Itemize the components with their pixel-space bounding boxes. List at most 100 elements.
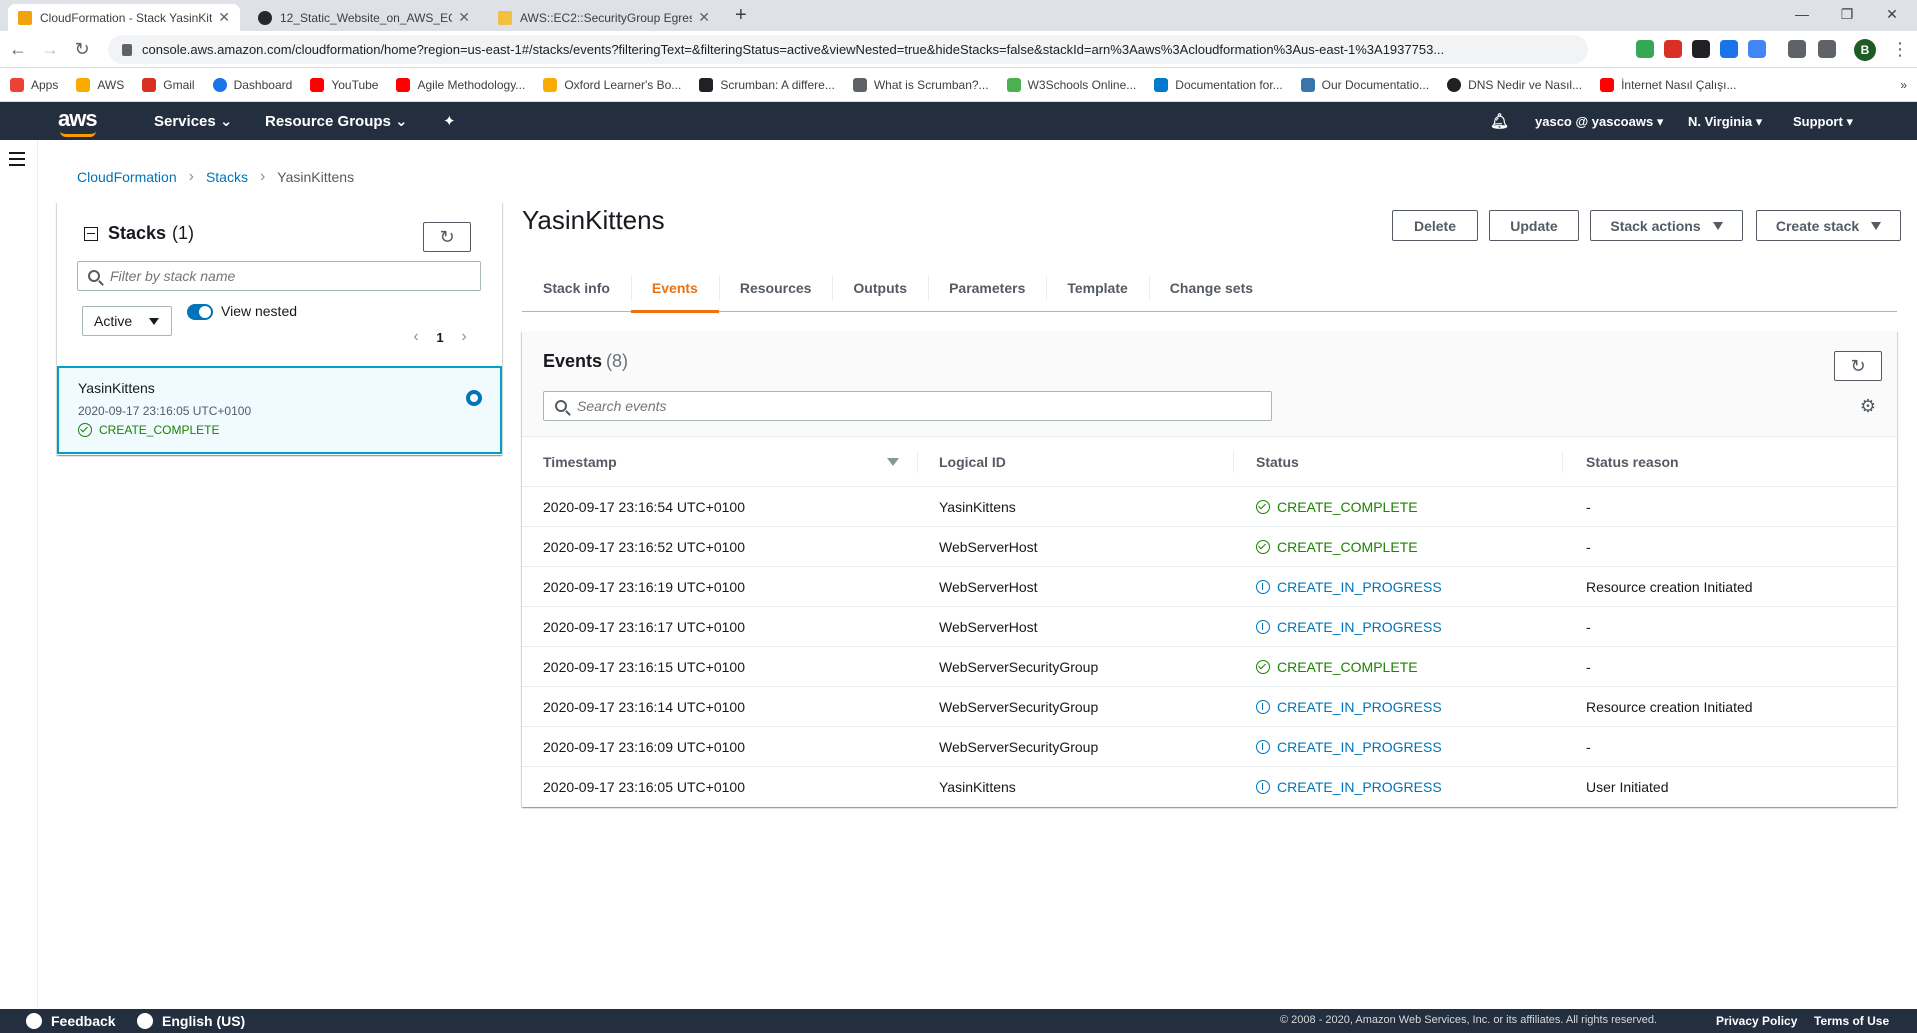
bookmark-item[interactable]: Gmail <box>142 77 195 92</box>
breadcrumb-link-cloudformation[interactable]: CloudFormation <box>77 169 177 185</box>
profile-avatar[interactable]: B <box>1854 39 1876 61</box>
reload-icon[interactable]: ↻ <box>70 37 94 61</box>
update-button[interactable]: Update <box>1489 210 1579 241</box>
feedback-link[interactable]: Feedback <box>26 1013 116 1029</box>
pin-icon[interactable]: ✦ <box>443 112 456 130</box>
event-status-reason: - <box>1586 619 1591 635</box>
bookmark-item[interactable]: Scrumban: A differe... <box>699 77 835 92</box>
browser-tab[interactable]: CloudFormation - Stack YasinKitt ✕ <box>8 4 240 31</box>
bookmark-item[interactable]: DNS Nedir ve Nasıl... <box>1447 77 1582 92</box>
create-stack-button[interactable]: Create stack <box>1756 210 1901 241</box>
table-row[interactable]: 2020-09-17 23:16:54 UTC+0100 YasinKitten… <box>522 487 1897 527</box>
column-header-status-reason[interactable]: Status reason <box>1586 454 1679 470</box>
column-header-timestamp[interactable]: Timestamp <box>543 454 617 470</box>
column-header-logical-id[interactable]: Logical ID <box>939 454 1006 470</box>
terms-of-use-link[interactable]: Terms of Use <box>1814 1014 1889 1028</box>
table-row[interactable]: 2020-09-17 23:16:09 UTC+0100 WebServerSe… <box>522 727 1897 767</box>
bookmark-item[interactable]: What is Scrumban?... <box>852 77 989 92</box>
restore-icon[interactable]: ❐ <box>1827 2 1867 26</box>
bookmark-item[interactable]: İnternet Nasıl Çalışı... <box>1600 77 1736 92</box>
tab-change-sets[interactable]: Change sets <box>1148 264 1274 312</box>
bookmark-item[interactable]: Our Documentatio... <box>1300 77 1429 92</box>
gmail-icon <box>142 77 157 92</box>
extensions-puzzle-icon[interactable] <box>1788 40 1806 58</box>
privacy-policy-link[interactable]: Privacy Policy <box>1716 1014 1797 1028</box>
collapse-panel-icon[interactable] <box>84 226 98 241</box>
table-row[interactable]: 2020-09-17 23:16:14 UTC+0100 WebServerSe… <box>522 687 1897 727</box>
bookmark-item[interactable]: YouTube <box>310 77 378 92</box>
events-search-input[interactable] <box>577 398 1257 414</box>
close-tab-icon[interactable]: ✕ <box>698 9 710 26</box>
tab-outputs[interactable]: Outputs <box>832 264 928 312</box>
page-number[interactable]: 1 <box>425 330 455 345</box>
caret-down-icon <box>149 318 159 325</box>
minimize-icon[interactable]: — <box>1782 2 1822 26</box>
column-header-status[interactable]: Status <box>1256 454 1299 470</box>
notifications-bell-icon[interactable]: 🔔︎ <box>1490 112 1509 130</box>
refresh-stacks-button[interactable]: ↻ <box>423 222 471 252</box>
stack-select-radio[interactable] <box>466 390 482 406</box>
services-menu[interactable]: Services ⌄ <box>154 112 232 130</box>
bookmark-item[interactable]: Apps <box>10 77 58 92</box>
support-menu[interactable]: Support ▾ <box>1793 114 1853 130</box>
bookmark-item[interactable]: Oxford Learner's Bo... <box>543 77 681 92</box>
breadcrumb-link-stacks[interactable]: Stacks <box>206 169 248 185</box>
extension-ae-icon[interactable] <box>1692 40 1710 58</box>
extension-download-icon[interactable] <box>1748 40 1766 58</box>
close-window-icon[interactable]: ✕ <box>1872 2 1912 26</box>
bookmark-item[interactable]: Agile Methodology... <box>396 77 525 92</box>
stack-filter-input[interactable] <box>110 268 470 284</box>
tab-template[interactable]: Template <box>1046 264 1148 312</box>
breadcrumb: CloudFormation › Stacks › YasinKittens <box>77 168 354 186</box>
resource-groups-menu[interactable]: Resource Groups ⌄ <box>265 112 408 130</box>
extension-red-icon[interactable] <box>1664 40 1682 58</box>
bookmark-item[interactable]: Documentation for... <box>1154 77 1283 92</box>
browser-tab[interactable]: 12_Static_Website_on_AWS_EC2_ ✕ <box>248 4 480 31</box>
account-menu[interactable]: yasco @ yascoaws ▾ <box>1535 114 1663 130</box>
browser-menu-icon[interactable]: ⋮ <box>1888 37 1912 61</box>
bookmark-item[interactable]: W3Schools Online... <box>1006 77 1136 92</box>
menu-hamburger-icon[interactable] <box>9 152 25 170</box>
delete-button[interactable]: Delete <box>1392 210 1478 241</box>
aws-logo[interactable]: aws <box>58 106 98 137</box>
more-bookmarks-icon[interactable]: » <box>1900 78 1907 92</box>
close-tab-icon[interactable]: ✕ <box>218 9 230 26</box>
tab-stack-info[interactable]: Stack info <box>522 264 631 312</box>
table-row[interactable]: 2020-09-17 23:16:15 UTC+0100 WebServerSe… <box>522 647 1897 687</box>
event-status-reason: Resource creation Initiated <box>1586 579 1753 595</box>
region-menu[interactable]: N. Virginia ▾ <box>1688 114 1762 130</box>
tab-resources[interactable]: Resources <box>718 264 833 312</box>
previous-page-icon[interactable]: ‹ <box>407 328 425 346</box>
reading-list-icon[interactable] <box>1818 40 1836 58</box>
table-row[interactable]: 2020-09-17 23:16:19 UTC+0100 WebServerHo… <box>522 567 1897 607</box>
bookmark-item[interactable]: AWS <box>76 77 124 92</box>
next-page-icon[interactable]: › <box>455 328 473 346</box>
cloudformation-favicon-icon <box>18 10 32 25</box>
refresh-icon: ↻ <box>1850 355 1866 376</box>
view-nested-toggle[interactable] <box>187 304 213 320</box>
sort-descending-icon[interactable] <box>887 458 899 466</box>
browser-tab[interactable]: AWS::EC2::SecurityGroup Egress - ✕ <box>488 4 720 31</box>
new-tab-icon[interactable]: + <box>735 4 747 27</box>
forward-icon[interactable]: → <box>38 37 62 61</box>
stack-actions-button[interactable]: Stack actions <box>1590 210 1743 241</box>
extension-calendar-icon[interactable] <box>1720 40 1738 58</box>
tab-parameters[interactable]: Parameters <box>928 264 1046 312</box>
language-selector[interactable]: English (US) <box>137 1013 245 1029</box>
url-field[interactable]: console.aws.amazon.com/cloudformation/ho… <box>108 35 1588 64</box>
table-row[interactable]: 2020-09-17 23:16:52 UTC+0100 WebServerHo… <box>522 527 1897 567</box>
stack-list-item[interactable]: YasinKittens 2020-09-17 23:16:05 UTC+010… <box>57 366 502 454</box>
event-status: CREATE_IN_PROGRESS <box>1256 779 1442 795</box>
close-tab-icon[interactable]: ✕ <box>458 9 470 26</box>
tab-events[interactable]: Events <box>630 264 719 313</box>
extension-shield-icon[interactable] <box>1636 40 1654 58</box>
table-row[interactable]: 2020-09-17 23:16:17 UTC+0100 WebServerHo… <box>522 607 1897 647</box>
status-filter-select[interactable]: Active <box>82 306 172 336</box>
events-search-field[interactable] <box>543 391 1272 421</box>
stack-filter-field[interactable] <box>77 261 481 291</box>
back-icon[interactable]: ← <box>6 37 30 61</box>
table-row[interactable]: 2020-09-17 23:16:05 UTC+0100 YasinKitten… <box>522 767 1897 807</box>
gear-icon[interactable]: ⚙ <box>1859 397 1877 415</box>
refresh-events-button[interactable]: ↻ <box>1834 351 1882 381</box>
bookmark-item[interactable]: Dashboard <box>212 77 292 92</box>
